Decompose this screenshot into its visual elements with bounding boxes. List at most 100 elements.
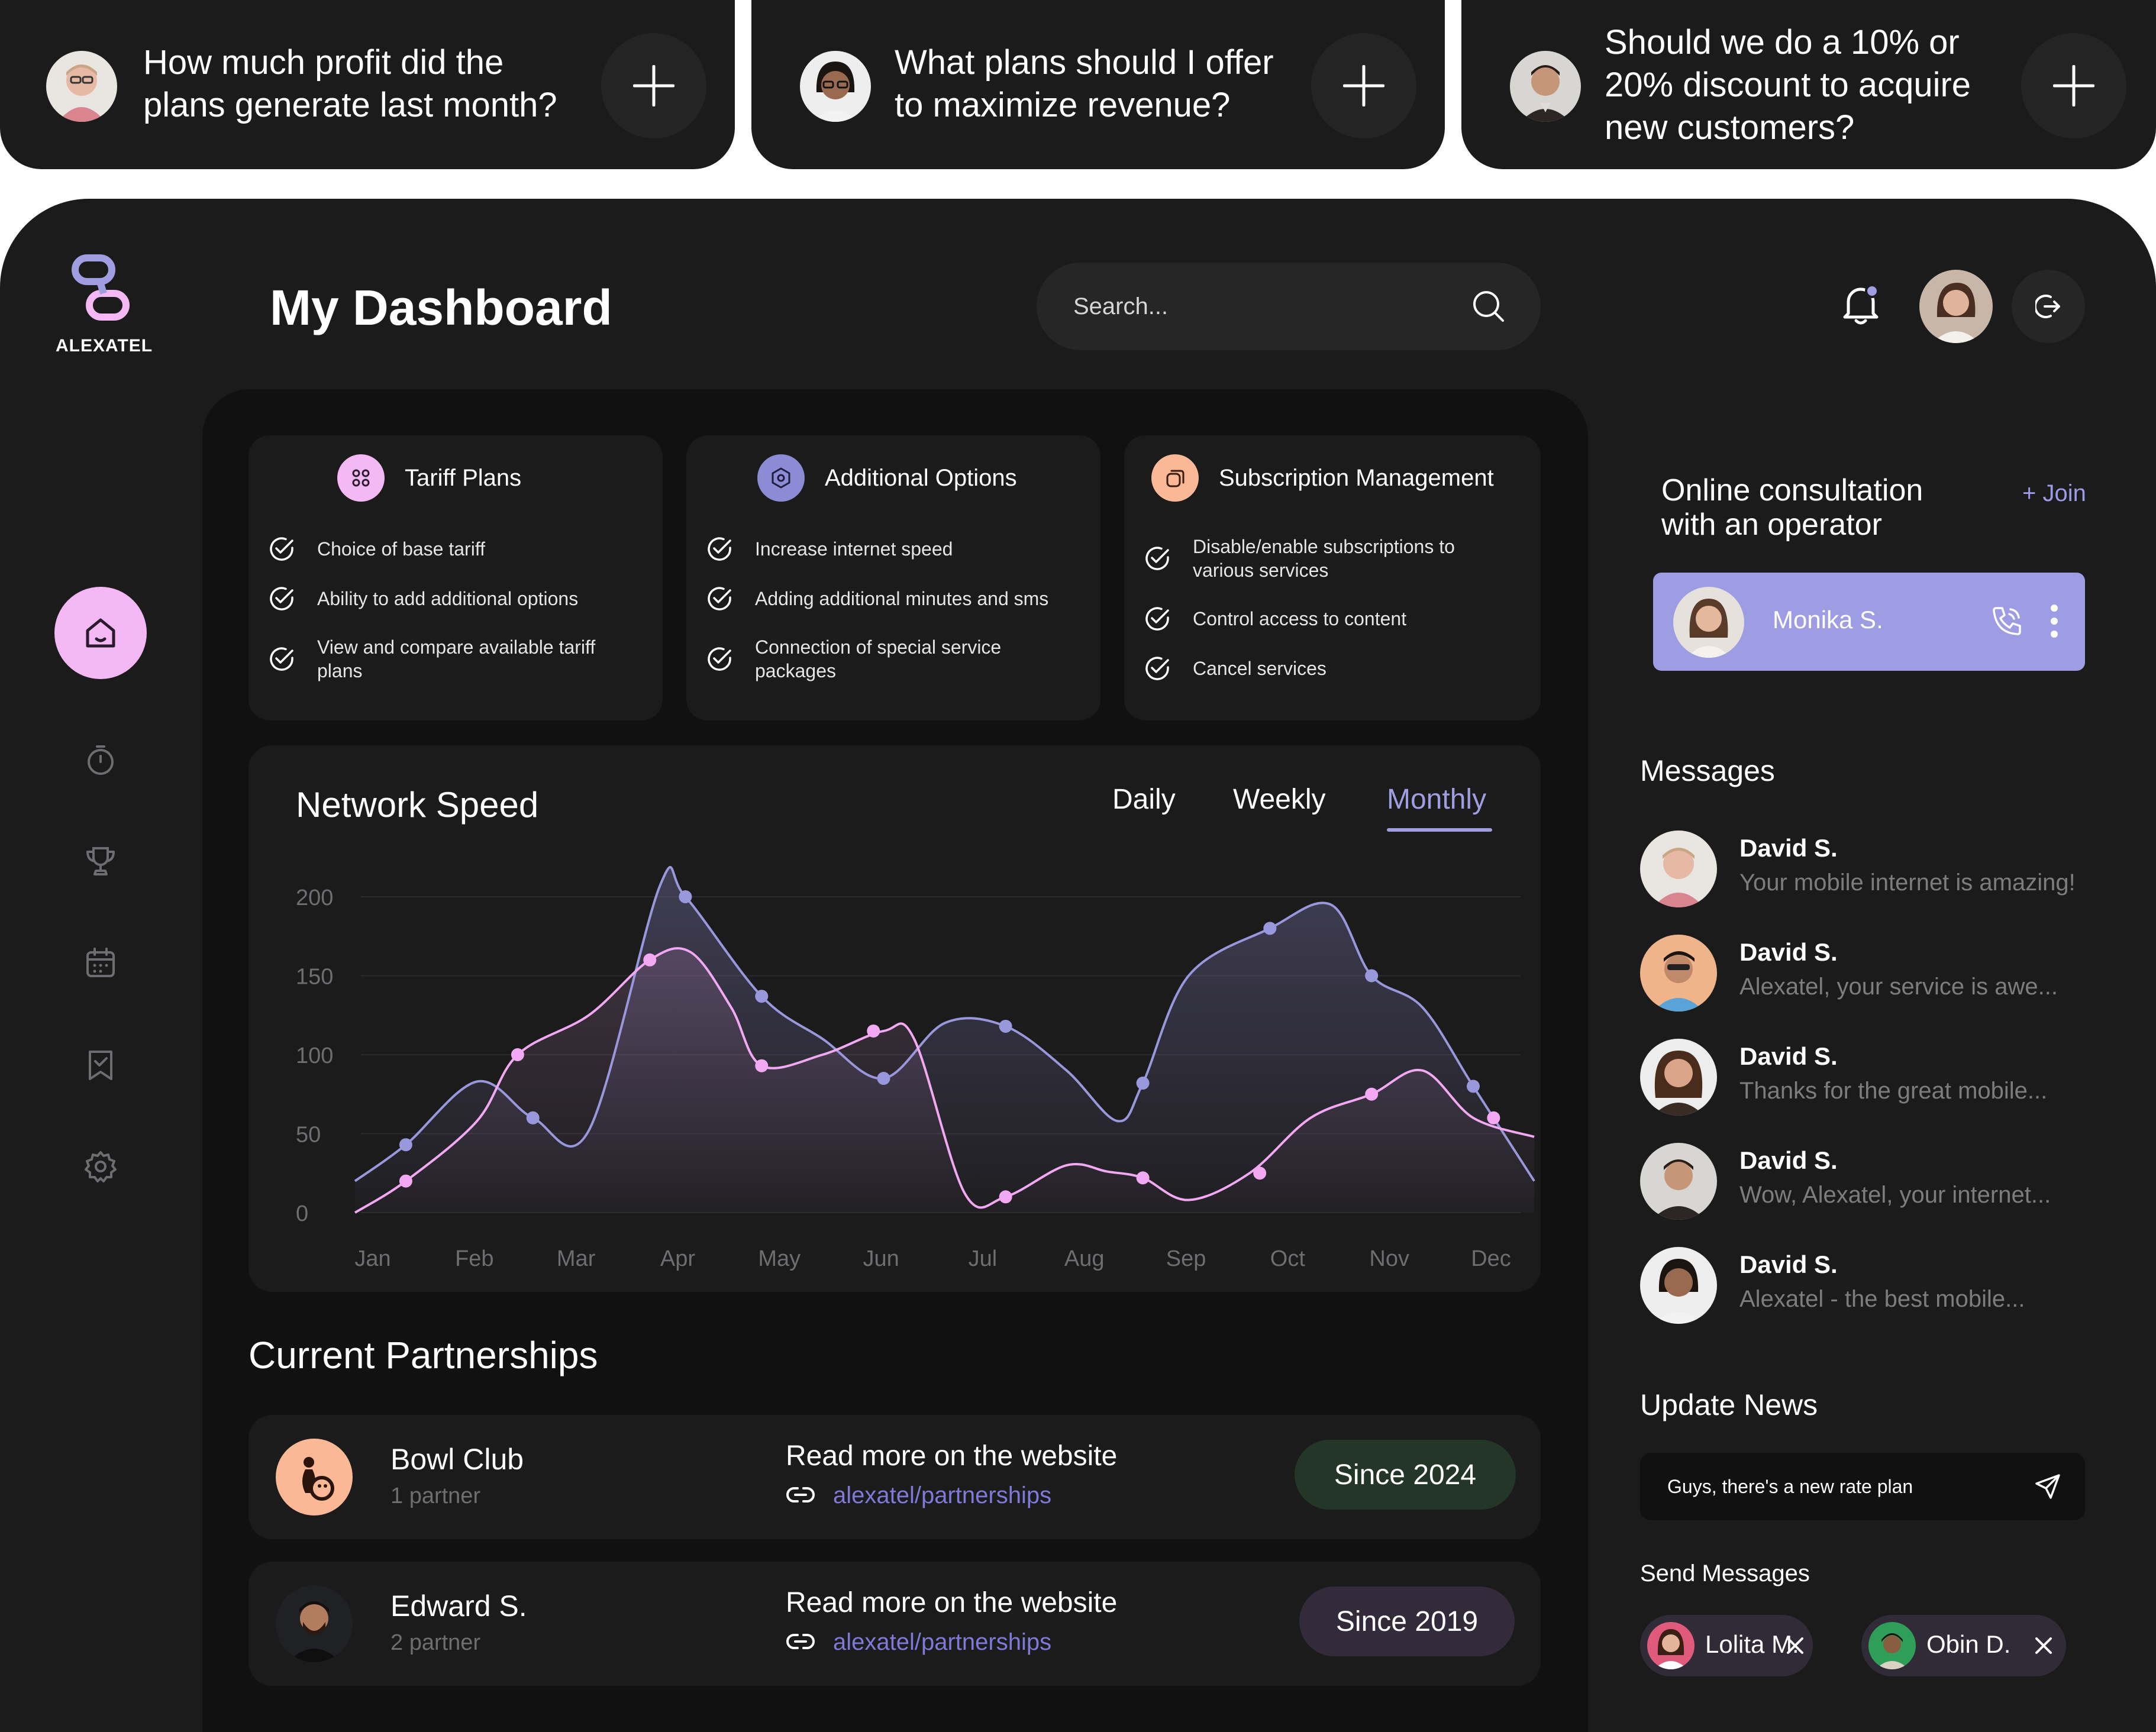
question-card-1[interactable]: How much profit did the plans generate la… [0,0,735,169]
x-tick-label: Feb [455,1246,493,1271]
partnership-row[interactable]: Bowl Club 1 partner Read more on the web… [248,1415,1541,1539]
message-preview: Thanks for the great mobile... [1739,1078,2048,1104]
partnership-link[interactable]: alexatel/partnerships [833,1482,1051,1509]
tab-weekly[interactable]: Weekly [1233,783,1326,816]
data-point[interactable] [867,1024,880,1038]
data-point[interactable] [526,1111,540,1124]
data-point[interactable] [1467,1080,1480,1093]
list-item: Choice of base tariff [269,536,595,562]
message-item[interactable]: David S. Wow, Alexatel, your internet... [1640,1143,2113,1220]
nav-home-button[interactable] [54,587,147,679]
message-item[interactable]: David S. Alexatel - the best mobile... [1640,1247,2113,1324]
x-tick-label: Apr [660,1246,695,1271]
recipient-chip[interactable]: Obin D. [1861,1615,2066,1676]
data-point[interactable] [1253,1166,1267,1180]
data-point[interactable] [1365,1087,1379,1101]
search-icon[interactable] [1472,290,1505,323]
partnership-row[interactable]: Edward S. 2 partner Read more on the web… [248,1562,1541,1686]
feature-card-additional-options[interactable]: Additional Options Increase internet spe… [686,435,1100,720]
active-tab-indicator [1387,828,1492,832]
phone-call-icon[interactable] [1990,605,2023,638]
data-point[interactable] [877,1072,890,1085]
list-item: Ability to add additional options [269,586,595,612]
data-point[interactable] [1487,1111,1500,1124]
avatar [800,51,871,122]
check-circle-icon [1145,607,1169,631]
remove-icon[interactable] [2033,1635,2054,1656]
calendar-icon[interactable] [83,945,118,981]
data-point[interactable] [1365,969,1379,983]
partnership-link[interactable]: alexatel/partnerships [833,1629,1051,1656]
add-question-button[interactable] [601,33,706,138]
search-bar[interactable] [1037,263,1541,350]
bowling-icon [276,1439,353,1516]
check-circle-icon [708,537,731,561]
x-tick-label: Dec [1471,1246,1511,1271]
check-circle-icon [708,587,731,610]
partner-name: Edward S. [390,1589,527,1623]
recipient-name: Obin D. [1926,1630,2011,1658]
data-point[interactable] [1136,1171,1150,1185]
add-question-button[interactable] [2021,33,2126,138]
data-point[interactable] [399,1138,412,1152]
feature-card-subscription-management[interactable]: Subscription Management Disable/enable s… [1124,435,1541,720]
y-tick-label: 200 [296,886,333,910]
send-messages-title: Send Messages [1640,1560,1810,1586]
avatar [1640,1039,1717,1116]
message-item[interactable]: David S. Alexatel, your service is awe..… [1640,935,2113,1012]
notification-bell-icon[interactable] [1840,283,1881,327]
since-badge: Since 2019 [1299,1586,1515,1656]
data-point[interactable] [679,890,692,903]
sender-name: David S. [1739,1146,1838,1174]
feature-card-tariff-plans[interactable]: Tariff Plans Choice of base tariff Abili… [248,435,663,720]
recipient-chip[interactable]: Lolita M. [1640,1615,1813,1676]
feature-list: Increase internet speed Adding additiona… [706,536,1048,706]
send-icon[interactable] [2034,1473,2061,1500]
data-point[interactable] [755,1059,769,1072]
message-preview: Your mobile internet is amazing! [1739,870,2076,896]
more-options-icon[interactable] [2048,603,2060,639]
news-input-box[interactable] [1640,1453,2085,1520]
join-button[interactable]: + Join [2022,480,2086,507]
message-preview: Wow, Alexatel, your internet... [1739,1182,2051,1208]
list-item: Cancel services [1144,655,1455,681]
list-item: View and compare available tariff plans [269,635,595,683]
question-text: Should we do a 10% or 20% discount to acq… [1605,23,1971,147]
settings-gear-icon[interactable] [83,1149,118,1184]
data-point[interactable] [999,1190,1012,1204]
message-item[interactable]: David S. Your mobile internet is amazing… [1640,831,2113,907]
avatar [1673,587,1744,658]
add-question-button[interactable] [1311,33,1416,138]
read-more-text: Read more on the website [786,1440,1118,1472]
data-point[interactable] [755,990,769,1003]
partner-name: Bowl Club [390,1443,524,1476]
remove-icon[interactable] [1784,1635,1806,1656]
search-input[interactable] [1073,286,1452,327]
data-point[interactable] [399,1174,412,1188]
avatar [46,51,117,122]
data-point[interactable] [643,953,657,967]
news-input[interactable] [1667,1467,1999,1506]
question-card-2[interactable]: What plans should I offer to maximize rev… [751,0,1445,169]
plus-icon [633,65,674,106]
timer-icon[interactable] [83,742,118,777]
trophy-icon[interactable] [83,844,118,879]
tab-daily[interactable]: Daily [1112,783,1176,816]
user-avatar[interactable] [1919,270,1993,343]
logout-button[interactable] [2012,270,2085,343]
x-tick-label: Jun [863,1246,899,1271]
logout-icon [2035,295,2060,318]
tab-monthly[interactable]: Monthly [1387,783,1486,816]
data-point[interactable] [1136,1077,1150,1090]
message-item[interactable]: David S. Thanks for the great mobile... [1640,1039,2113,1116]
question-text: What plans should I offer to maximize rev… [895,43,1274,124]
bookmark-check-icon[interactable] [83,1047,118,1082]
data-point[interactable] [999,1019,1012,1033]
data-point[interactable] [511,1048,524,1061]
message-preview: Alexatel - the best mobile... [1739,1286,2025,1312]
check-circle-icon [270,537,293,561]
operator-card[interactable]: Monika S. [1653,573,2085,671]
question-card-3[interactable]: Should we do a 10% or 20% discount to acq… [1461,0,2156,169]
partnerships-title: Current Partnerships [248,1334,598,1376]
data-point[interactable] [1263,922,1277,935]
